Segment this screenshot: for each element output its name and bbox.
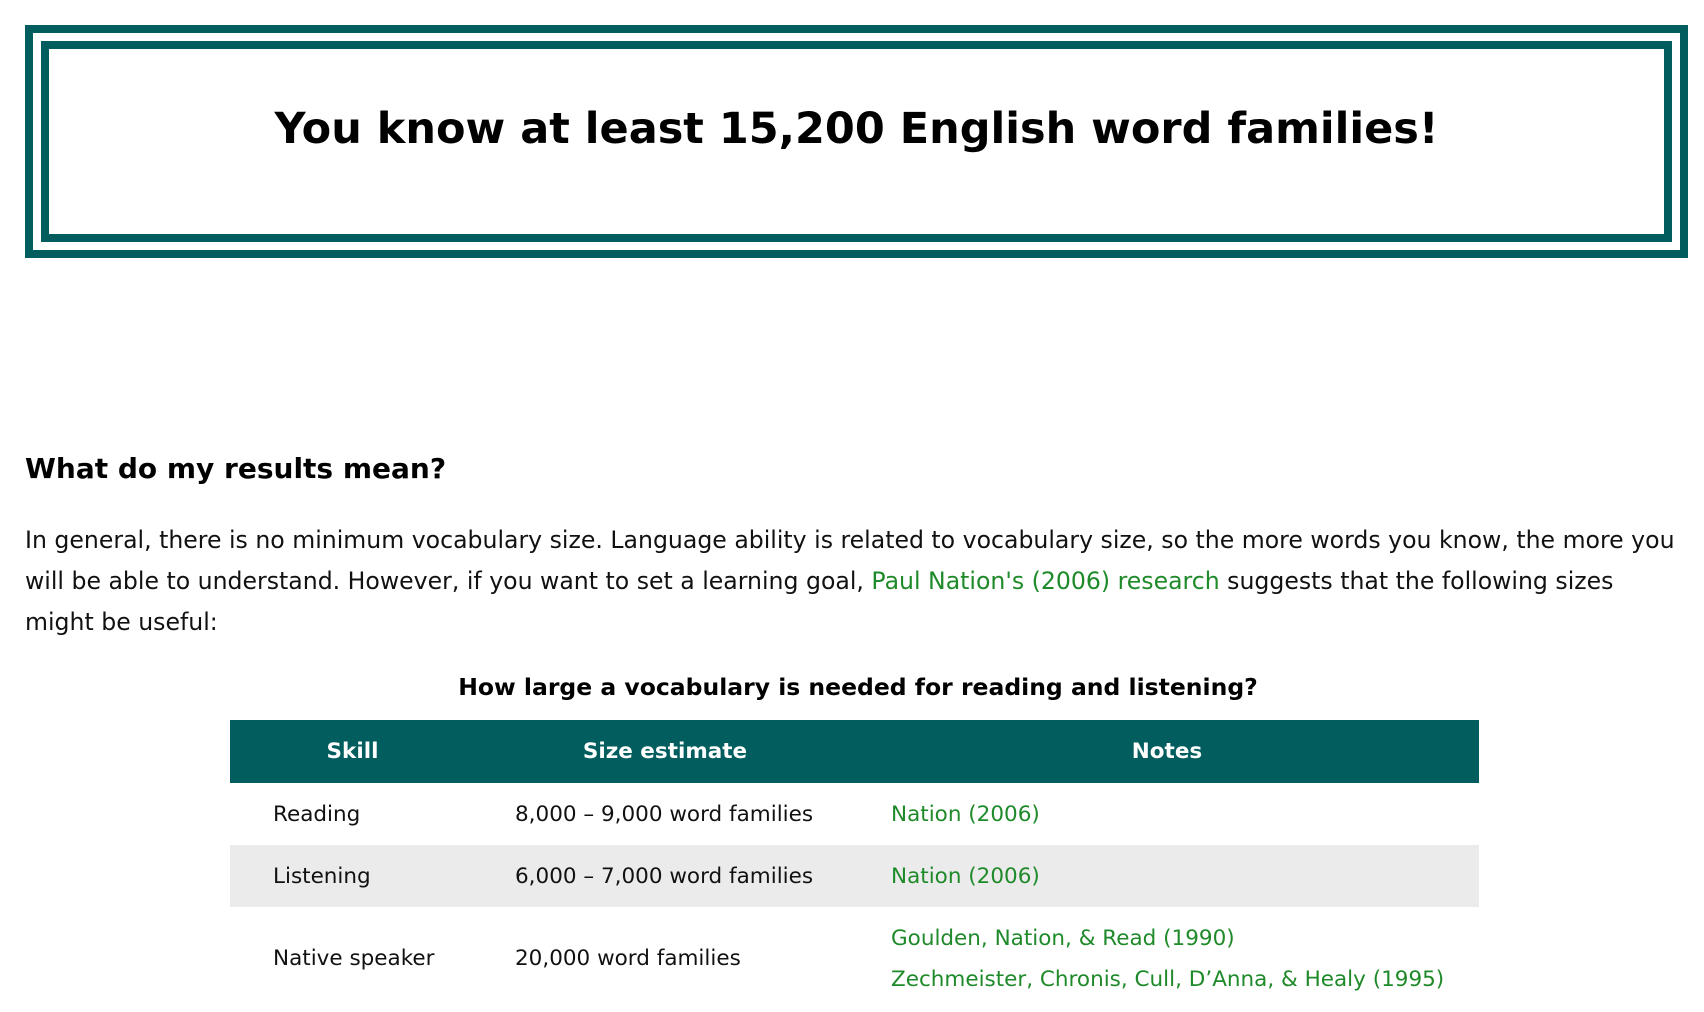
size-cell: 6,000 – 7,000 word families — [475, 845, 855, 907]
column-header-notes: Notes — [855, 720, 1479, 783]
notes-cell: Nation (2006) — [855, 845, 1479, 907]
table-row: Reading 8,000 – 9,000 word families Nati… — [230, 783, 1479, 845]
nation-research-link[interactable]: Paul Nation's (2006) research — [871, 567, 1219, 595]
table-caption: How large a vocabulary is needed for rea… — [458, 673, 1258, 701]
skill-cell: Native speaker — [273, 946, 435, 971]
reference-link[interactable]: Zechmeister, Chronis, Cull, D’Anna, & He… — [891, 959, 1479, 1000]
skill-cell: Listening — [230, 845, 475, 907]
notes-cell: Nation (2006) — [855, 783, 1479, 845]
column-header-skill: Skill — [230, 720, 475, 783]
table-row: Listening 6,000 – 7,000 word families Na… — [230, 845, 1479, 907]
size-cell: 20,000 word families — [515, 946, 741, 971]
table-header-row: Skill Size estimate Notes — [230, 720, 1479, 783]
reference-link[interactable]: Nation (2006) — [891, 794, 1479, 835]
column-header-size-estimate: Size estimate — [475, 720, 855, 783]
results-meaning-heading: What do my results mean? — [25, 452, 447, 485]
reference-link[interactable]: Nation (2006) — [891, 856, 1479, 897]
size-cell: 8,000 – 9,000 word families — [515, 801, 814, 827]
intro-paragraph: In general, there is no minimum vocabula… — [25, 520, 1685, 643]
table-row: Native speaker 20,000 word families Goul… — [230, 907, 1479, 1010]
result-banner-inner: You know at least 15,200 English word fa… — [41, 41, 1672, 242]
vocabulary-size-table: Skill Size estimate Notes Reading 8,000 … — [230, 720, 1479, 1010]
result-title: You know at least 15,200 English word fa… — [274, 103, 1439, 154]
skill-cell: Reading — [273, 801, 361, 827]
result-banner: You know at least 15,200 English word fa… — [25, 25, 1688, 258]
reference-link[interactable]: Goulden, Nation, & Read (1990) — [891, 918, 1479, 959]
notes-cell: Goulden, Nation, & Read (1990) Zechmeist… — [855, 907, 1479, 1010]
